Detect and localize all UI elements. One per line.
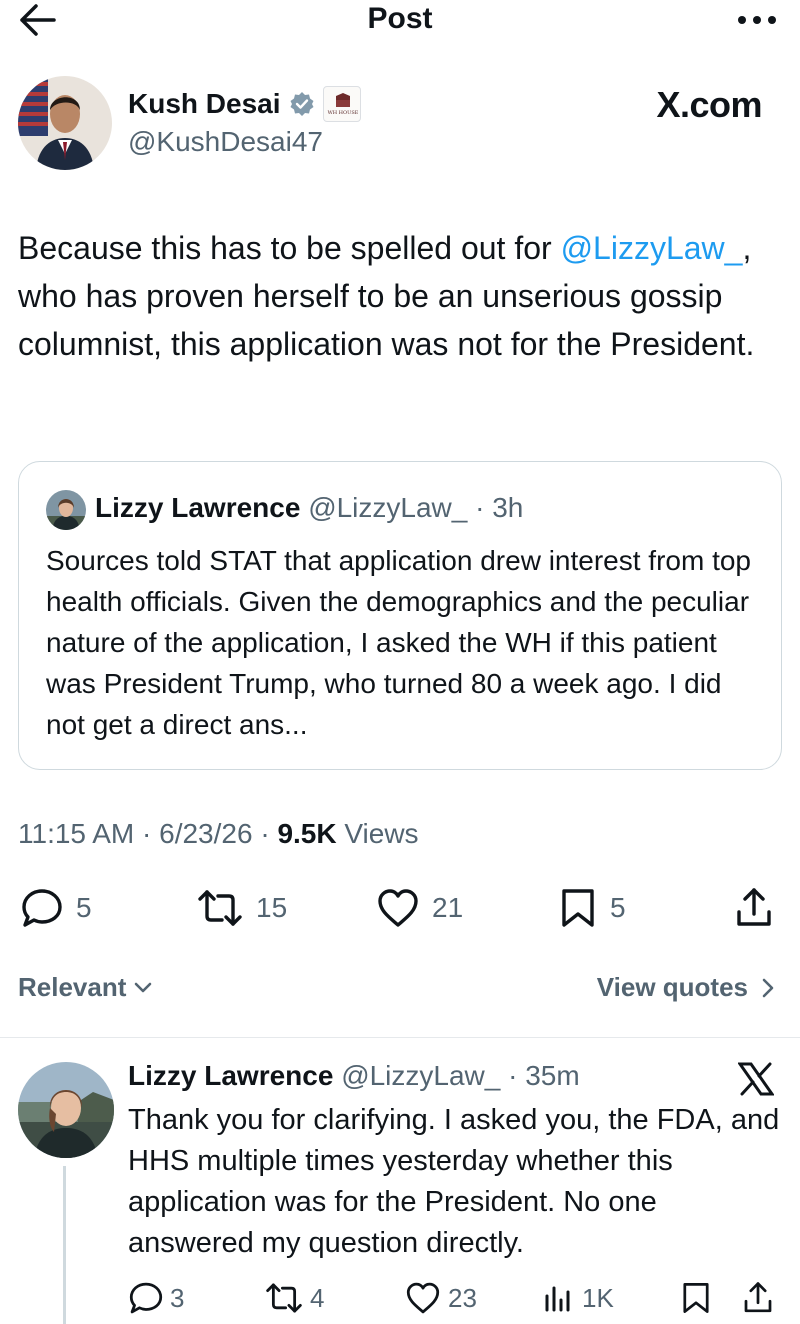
reply-bookmark-button[interactable]: [680, 1276, 712, 1320]
share-button[interactable]: [734, 880, 774, 936]
chevron-right-icon: [762, 978, 774, 997]
divider: [0, 1037, 800, 1038]
reply-repost-button[interactable]: 4: [264, 1276, 324, 1320]
reply-views-button[interactable]: 1K: [542, 1276, 614, 1320]
reply-views-count: 1K: [582, 1282, 614, 1313]
view-quotes-label: View quotes: [596, 972, 748, 1002]
action-bar: 5 15 21 5: [0, 880, 800, 936]
heart-icon: [406, 1282, 440, 1314]
reply-like-button[interactable]: 23: [404, 1276, 477, 1320]
x-logo-icon: [737, 1062, 775, 1096]
share-icon: [744, 1282, 772, 1313]
like-button[interactable]: 21: [376, 880, 463, 936]
author-handle[interactable]: @KushDesai47: [128, 126, 323, 158]
reply-repost-count: 4: [310, 1282, 325, 1313]
views-count[interactable]: 9.5K: [277, 818, 336, 849]
relevant-label: Relevant: [18, 972, 127, 1002]
reply-timestamp: · 35m: [500, 1060, 580, 1091]
quote-author-name[interactable]: Lizzy Lawrence: [95, 492, 300, 523]
bookmark-icon: [562, 889, 594, 927]
back-arrow-icon[interactable]: [18, 2, 58, 38]
badge-lettering: WH HOUSE: [327, 110, 358, 116]
reply-author-handle[interactable]: @LizzyLaw_: [341, 1060, 500, 1091]
post-time: 11:15 AM: [18, 818, 135, 849]
reply-reply-button[interactable]: 3: [128, 1276, 184, 1320]
like-count: 21: [432, 892, 464, 923]
bookmark-count: 5: [610, 892, 626, 923]
author-avatar[interactable]: [18, 76, 112, 170]
relevant-sort-toggle[interactable]: Relevant: [18, 972, 152, 1003]
post-text-before: Because this has to be spelled out for: [18, 230, 561, 266]
bookmark-button[interactable]: 5: [558, 880, 626, 936]
reply-avatar[interactable]: [18, 1062, 114, 1158]
reply-author-name[interactable]: Lizzy Lawrence: [128, 1060, 333, 1091]
post-text: Because this has to be spelled out for @…: [18, 224, 782, 368]
mention-link[interactable]: @LizzyLaw_: [561, 230, 743, 266]
quoted-post-card[interactable]: Lizzy Lawrence @LizzyLaw_ · 3h Sources t…: [18, 461, 782, 770]
meta-separator: ·: [134, 818, 160, 849]
verified-badge-icon: [289, 91, 315, 117]
heart-icon: [378, 889, 418, 927]
quote-author-handle[interactable]: @LizzyLaw_: [308, 492, 467, 523]
reply-share-button[interactable]: [742, 1276, 774, 1320]
post-date: 6/23/26: [159, 818, 253, 849]
author-name[interactable]: Kush Desai: [128, 88, 281, 120]
page-title: Post: [367, 2, 433, 35]
views-label: Views: [344, 818, 419, 849]
reply-header: Lizzy Lawrence @LizzyLaw_ · 35m: [128, 1060, 580, 1092]
author-name-row: Kush Desai WH HOUSE: [128, 86, 361, 122]
xcom-watermark: X.com: [656, 84, 762, 125]
repost-icon: [198, 890, 242, 926]
post-meta: 11:15 AM · 6/23/26 · 9.5K Views: [18, 818, 419, 850]
quote-header: Lizzy Lawrence @LizzyLaw_ · 3h: [95, 492, 523, 524]
top-bar: Post: [0, 0, 800, 40]
reply-like-count: 23: [448, 1282, 477, 1313]
reply-reply-count: 3: [170, 1282, 185, 1313]
meta-separator: ·: [252, 818, 278, 849]
reply-count: 5: [76, 892, 92, 923]
quote-timestamp: · 3h: [467, 492, 524, 523]
reply-icon: [22, 889, 62, 927]
quote-text: Sources told STAT that application drew …: [46, 545, 752, 740]
reply-action-bar: 3 4 23 1K: [0, 1276, 800, 1320]
bookmark-icon: [683, 1283, 709, 1313]
repost-button[interactable]: 15: [196, 880, 287, 936]
repost-icon: [266, 1283, 302, 1313]
reply-button[interactable]: 5: [20, 880, 92, 936]
reply-text: Thank you for clarifying. I asked you, t…: [128, 1104, 780, 1259]
chevron-down-icon: [135, 982, 152, 992]
more-options-icon[interactable]: [732, 8, 782, 32]
quote-avatar: [46, 490, 86, 530]
repost-count: 15: [256, 892, 288, 923]
white-house-affiliation-badge[interactable]: WH HOUSE: [322, 86, 361, 122]
view-quotes-link[interactable]: View quotes: [597, 972, 774, 1003]
share-icon: [737, 888, 771, 926]
analytics-icon: [545, 1286, 570, 1312]
reply-icon: [129, 1282, 163, 1314]
